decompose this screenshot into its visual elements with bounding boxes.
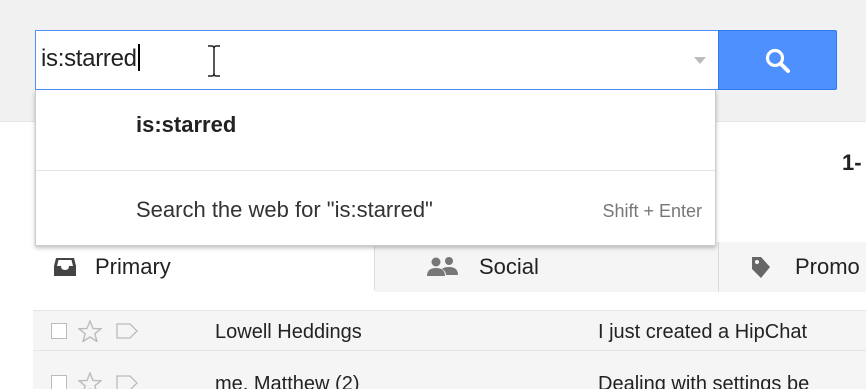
search-web-label: Search the web for "is:starred" xyxy=(136,197,433,222)
text-cursor-icon xyxy=(208,45,220,77)
inbox-tabs: Primary Social Promo xyxy=(33,242,866,292)
tab-label: Social xyxy=(479,254,539,279)
tag-icon xyxy=(752,257,770,278)
keyboard-shortcut-hint: Shift + Enter xyxy=(602,201,702,221)
select-checkbox[interactable] xyxy=(51,375,67,389)
search-web-option[interactable]: Search the web for "is:starred" Shift + … xyxy=(36,171,715,246)
suggestion-text: is:starred xyxy=(136,112,237,137)
select-checkbox[interactable] xyxy=(51,323,67,339)
message-sender: me, Matthew (2) xyxy=(215,373,360,389)
autocomplete-suggestion[interactable]: is:starred xyxy=(36,90,715,170)
importance-marker-icon[interactable] xyxy=(116,323,138,339)
tab-primary[interactable]: Primary xyxy=(33,242,375,292)
tab-promotions[interactable]: Promo xyxy=(719,242,866,292)
search-autocomplete-dropdown: is:starred Search the web for "is:starre… xyxy=(35,90,716,246)
tab-social[interactable]: Social xyxy=(375,242,719,292)
message-subject: I just created a HipChat xyxy=(598,321,807,343)
pagination-count: 1- xyxy=(842,150,862,175)
message-row[interactable]: Lowell Heddings I just created a HipChat xyxy=(33,310,866,350)
search-query-text[interactable]: is:starred xyxy=(41,44,140,73)
tab-label: Primary xyxy=(95,254,171,279)
message-subject: Dealing with settings be xyxy=(598,373,810,389)
search-icon xyxy=(765,48,790,73)
text-caret xyxy=(137,44,140,72)
search-options-arrow-icon[interactable] xyxy=(694,57,706,64)
search-input[interactable]: is:starred xyxy=(35,30,718,90)
tab-label: Promo xyxy=(795,254,860,279)
star-icon[interactable] xyxy=(78,320,102,342)
star-icon[interactable] xyxy=(78,372,102,389)
message-sender: Lowell Heddings xyxy=(215,321,362,343)
message-row[interactable]: me, Matthew (2) Dealing with settings be xyxy=(33,350,866,389)
left-gutter xyxy=(0,210,33,389)
search-button[interactable] xyxy=(718,30,837,90)
inbox-icon xyxy=(54,258,76,276)
importance-marker-icon[interactable] xyxy=(116,375,138,389)
people-icon xyxy=(427,257,458,276)
